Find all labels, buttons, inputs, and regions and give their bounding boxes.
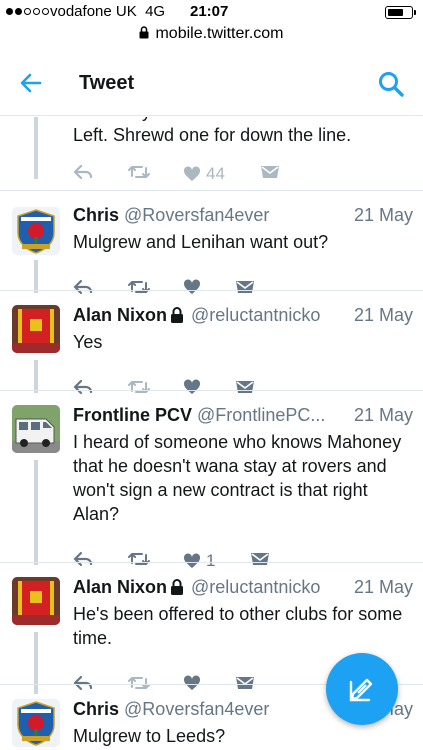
avatar[interactable] [12, 577, 60, 625]
author-name[interactable]: Alan Nixon [73, 305, 167, 325]
tweet-text: Mulgrew to Leeds? [73, 726, 226, 746]
author-name[interactable]: Frontline PCV [73, 405, 192, 425]
tweet-header: Alan Nixon @reluctantnicko 21 May [73, 305, 413, 329]
tweet-actions: 44 [73, 164, 373, 186]
avatar[interactable] [12, 207, 60, 255]
reply-icon[interactable] [73, 379, 93, 395]
reply-icon[interactable] [73, 279, 93, 295]
tweet-text: I heard of someone who knows Mahoney tha… [73, 432, 402, 524]
direct-message-icon[interactable] [260, 164, 280, 180]
avatar[interactable] [12, 405, 60, 453]
tweet-header: Alan Nixon @reluctantnicko 21 May [73, 577, 413, 601]
divider [0, 562, 423, 563]
like-button[interactable] [183, 279, 201, 295]
tweet-text: Striker Kyle Connell. Was at Motherwell.… [73, 117, 393, 145]
avatar[interactable] [12, 699, 60, 747]
url-text: mobile.twitter.com [155, 25, 284, 42]
divider [0, 190, 423, 191]
direct-message-icon[interactable] [235, 279, 255, 295]
heart-icon [183, 166, 201, 181]
tweet-header: Frontline PCV @FrontlinePC... 21 May [73, 405, 413, 429]
heart-icon [183, 379, 201, 394]
like-button[interactable] [183, 379, 201, 395]
author-name[interactable]: Chris [73, 205, 119, 225]
author-handle[interactable]: @reluctantnicko [191, 577, 320, 597]
tweet-date[interactable]: 21 May [354, 405, 413, 426]
tweet-header: Chris @Roversfan4ever 21 May [73, 205, 413, 229]
arrow-left-icon[interactable] [18, 70, 44, 96]
direct-message-icon[interactable] [235, 675, 255, 691]
nav-bar: Tweet [0, 54, 423, 116]
page-title: Tweet [79, 72, 135, 94]
protected-lock-icon [171, 579, 184, 595]
url-bar[interactable]: mobile.twitter.com [0, 25, 423, 47]
author-handle[interactable]: @Roversfan4ever [124, 205, 269, 225]
lock-icon [139, 26, 149, 39]
tweet-date[interactable]: 21 May [354, 205, 413, 226]
author-handle[interactable]: @reluctantnicko [191, 305, 320, 325]
protected-lock-icon [171, 307, 184, 323]
tweet-text: Mulgrew and Lenihan want out? [73, 232, 329, 252]
compose-feather-icon [349, 678, 373, 702]
retweet-icon[interactable] [128, 164, 150, 180]
carrier-label: vodafone UK 4G [50, 3, 166, 20]
tweet[interactable]: Chris @Roversfan4ever 21 May Mulgrew and… [0, 205, 423, 295]
reply-icon[interactable] [73, 675, 93, 691]
author-name[interactable]: Chris [73, 699, 119, 719]
retweet-icon[interactable] [128, 379, 150, 395]
tweet[interactable]: Striker Kyle Connell. Was at Motherwell.… [0, 117, 423, 196]
like-button[interactable]: 44 [183, 164, 225, 184]
author-name[interactable]: Alan Nixon [73, 577, 167, 597]
like-count: 44 [206, 164, 225, 183]
reply-icon[interactable] [73, 551, 93, 567]
author-handle[interactable]: @Roversfan4ever [124, 699, 269, 719]
compose-tweet-button[interactable] [326, 653, 398, 725]
divider [0, 290, 423, 291]
tweet[interactable]: Alan Nixon @reluctantnicko 21 May Yes [0, 305, 423, 395]
retweet-icon[interactable] [128, 675, 150, 691]
heart-icon [183, 675, 201, 690]
clock: 21:07 [190, 3, 229, 20]
tweet-date[interactable]: 21 May [354, 577, 413, 598]
battery-icon [385, 6, 416, 19]
tweet-text: Yes [73, 332, 103, 352]
retweet-icon[interactable] [128, 551, 150, 567]
direct-message-icon[interactable] [250, 551, 270, 567]
heart-icon [183, 553, 201, 568]
tweet-text: He's been offered to other clubs for som… [73, 604, 403, 648]
like-button[interactable]: 1 [183, 551, 215, 571]
author-handle[interactable]: @FrontlinePC... [197, 405, 325, 425]
avatar[interactable] [12, 305, 60, 353]
retweet-icon[interactable] [128, 279, 150, 295]
reply-icon[interactable] [73, 164, 93, 180]
tweet[interactable]: Frontline PCV @FrontlinePC... 21 May I h… [0, 405, 423, 570]
heart-icon [183, 279, 201, 294]
status-bar: vodafone UK 4G 21:07 [0, 0, 423, 22]
like-button[interactable] [183, 675, 201, 691]
signal-strength-icon [6, 8, 49, 15]
like-count: 1 [206, 551, 216, 570]
tweet-date[interactable]: 21 May [354, 305, 413, 326]
divider [0, 390, 423, 391]
search-icon[interactable] [377, 70, 405, 98]
direct-message-icon[interactable] [235, 379, 255, 395]
